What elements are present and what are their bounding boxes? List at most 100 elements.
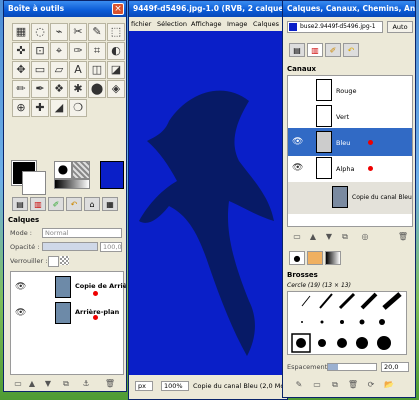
delete-brush-icon[interactable]: 🗑 <box>347 379 359 391</box>
tab-gradients[interactable] <box>325 251 341 265</box>
new-channel-icon[interactable]: ▭ <box>291 231 303 243</box>
visibility-eye-icon[interactable]: 👁 <box>292 137 303 147</box>
lower-channel-icon[interactable]: ▼ <box>323 231 335 243</box>
delete-channel-icon[interactable]: 🗑 <box>397 231 409 243</box>
ellipse-select-icon[interactable]: ◌ <box>31 23 49 41</box>
perspective-icon[interactable]: ▱ <box>50 61 68 79</box>
tab-undo[interactable]: ↶ <box>343 43 359 57</box>
tab-layers[interactable]: ▤ <box>289 43 305 57</box>
bucket-icon[interactable]: ◫ <box>88 61 106 79</box>
tab-channels[interactable]: ▥ <box>30 197 46 211</box>
unit-select[interactable]: px <box>135 381 153 391</box>
menu-image[interactable]: Image <box>227 20 247 28</box>
layer-row[interactable]: 👁 Copie de Arrière <box>11 274 126 302</box>
active-layer-marker <box>93 291 98 296</box>
lock-alpha-checkbox[interactable] <box>48 256 59 267</box>
channel-row-selected[interactable]: 👁 Bleu <box>288 128 412 156</box>
dodge-icon[interactable]: ◈ <box>107 80 125 98</box>
zoom-icon[interactable]: ❍ <box>69 99 87 117</box>
smudge-icon[interactable]: ⊕ <box>12 99 30 117</box>
menu-layers[interactable]: Calques <box>253 20 279 28</box>
channel-to-selection-icon[interactable]: ◎ <box>359 231 371 243</box>
duplicate-brush-icon[interactable]: ⧉ <box>329 379 341 391</box>
align-icon[interactable]: ⌗ <box>88 42 106 60</box>
paintbrush-icon[interactable]: ✏ <box>12 80 30 98</box>
menu-selection[interactable]: Sélection <box>157 20 187 28</box>
visibility-eye-icon[interactable]: 👁 <box>15 308 26 318</box>
raise-channel-icon[interactable]: ▲ <box>307 231 319 243</box>
color-picker-icon[interactable]: ◐ <box>107 42 125 60</box>
channel-row[interactable]: Rouge <box>288 76 412 104</box>
free-select-icon[interactable]: ⌁ <box>50 23 68 41</box>
tab-paths[interactable]: ✐ <box>325 43 341 57</box>
fuzzy-select-icon[interactable]: ⬚ <box>107 23 125 41</box>
channel-row[interactable]: Copie du canal Bleu <box>288 182 412 214</box>
anchor-layer-icon[interactable]: ⚓ <box>80 378 92 390</box>
ink-icon[interactable]: ✒ <box>31 80 49 98</box>
tab-navigation[interactable]: ⌂ <box>84 197 100 211</box>
toolbox-window: Boîte à outils × ▦ ◌ ⌁ ✂ ✎ ⬚ ✜ ⊡ ⌖ ✑ ⌗ ◐ ✥ ▭ ▱ A ◫ ◪ ✏ ✒ ❖ ✱ ⬤… <box>3 0 127 392</box>
pattern-preview[interactable] <box>72 161 90 179</box>
open-brush-icon[interactable]: 📂 <box>383 379 395 391</box>
zoom-select[interactable]: 100% <box>161 381 189 391</box>
brush-preview[interactable]: ● <box>54 161 72 179</box>
tab-layers[interactable]: ▤ <box>12 197 28 211</box>
tab-brushes[interactable]: ● <box>289 251 305 265</box>
airbrush-icon[interactable]: ⬤ <box>88 80 106 98</box>
dock-titlebar[interactable]: Calques, Canaux, Chemins, Ann... <box>283 1 415 17</box>
image-canvas[interactable] <box>129 31 287 375</box>
duplicate-channel-icon[interactable]: ⧉ <box>339 231 351 243</box>
visibility-eye-icon[interactable]: 👁 <box>292 163 303 173</box>
opacity-slider[interactable] <box>42 242 98 251</box>
spacing-slider[interactable] <box>327 363 377 371</box>
toolbox-titlebar[interactable]: Boîte à outils <box>4 1 126 17</box>
image-titlebar[interactable]: 9449f-d5496.jpg-1.0 (RVB, 2 calques <box>129 1 287 17</box>
zoom-value: 100% <box>164 382 183 390</box>
eraser-icon[interactable]: ◢ <box>50 99 68 117</box>
gradient-preview[interactable] <box>54 179 90 189</box>
mode-select[interactable]: Normal <box>42 228 122 238</box>
delete-layer-icon[interactable]: 🗑 <box>104 378 116 390</box>
menu-view[interactable]: Affichage <box>191 20 222 28</box>
tab-channels[interactable]: ▥ <box>307 43 323 57</box>
active-image-thumbnail[interactable] <box>100 161 124 189</box>
duplicate-layer-icon[interactable]: ⧉ <box>60 378 72 390</box>
path-icon[interactable]: ✎ <box>88 23 106 41</box>
refresh-brushes-icon[interactable]: ⟳ <box>365 379 377 391</box>
tab-undo[interactable]: ↶ <box>66 197 82 211</box>
crop-icon[interactable]: ⊡ <box>31 42 49 60</box>
background-color-swatch[interactable] <box>22 171 46 195</box>
tab-images[interactable]: ▦ <box>102 197 118 211</box>
new-brush-icon[interactable]: ▭ <box>311 379 323 391</box>
raise-layer-icon[interactable]: ▲ <box>26 378 38 390</box>
tab-paths[interactable]: ✐ <box>48 197 64 211</box>
blend-icon[interactable]: ◪ <box>107 61 125 79</box>
heal-icon[interactable]: ✱ <box>69 80 87 98</box>
rect-select-icon[interactable]: ▦ <box>12 23 30 41</box>
edit-brush-icon[interactable]: ✎ <box>293 379 305 391</box>
channel-thumbnail <box>332 186 348 208</box>
layer-thumbnail <box>55 276 71 298</box>
new-layer-icon[interactable]: ▭ <box>12 378 24 390</box>
tab-patterns[interactable] <box>307 251 323 265</box>
spacing-input[interactable]: 20,0 <box>381 362 409 372</box>
pencil-icon[interactable]: ✑ <box>69 42 87 60</box>
auto-button[interactable]: Auto <box>387 21 413 33</box>
menu-file[interactable]: fichier <box>131 20 151 28</box>
measure-icon[interactable]: ⌖ <box>50 42 68 60</box>
flip-icon[interactable]: ✚ <box>31 99 49 117</box>
clone-icon[interactable]: ❖ <box>50 80 68 98</box>
channel-row[interactable]: Vert <box>288 102 412 130</box>
transform-icon[interactable]: ✥ <box>12 61 30 79</box>
visibility-eye-icon[interactable]: 👁 <box>15 282 26 292</box>
toolbox-close-button[interactable]: × <box>112 3 124 15</box>
channel-row[interactable]: 👁 Alpha <box>288 154 412 182</box>
opacity-input[interactable]: 100,0 <box>100 242 122 252</box>
image-selector[interactable]: buse2.9449f-d5496.jpg-1 <box>287 21 383 33</box>
rect-icon[interactable]: ▭ <box>31 61 49 79</box>
lower-layer-icon[interactable]: ▼ <box>42 378 54 390</box>
move-icon[interactable]: ✜ <box>12 42 30 60</box>
layer-row[interactable]: 👁 Arrière-plan <box>11 300 123 328</box>
scissors-icon[interactable]: ✂ <box>69 23 87 41</box>
text-icon[interactable]: A <box>69 61 87 79</box>
